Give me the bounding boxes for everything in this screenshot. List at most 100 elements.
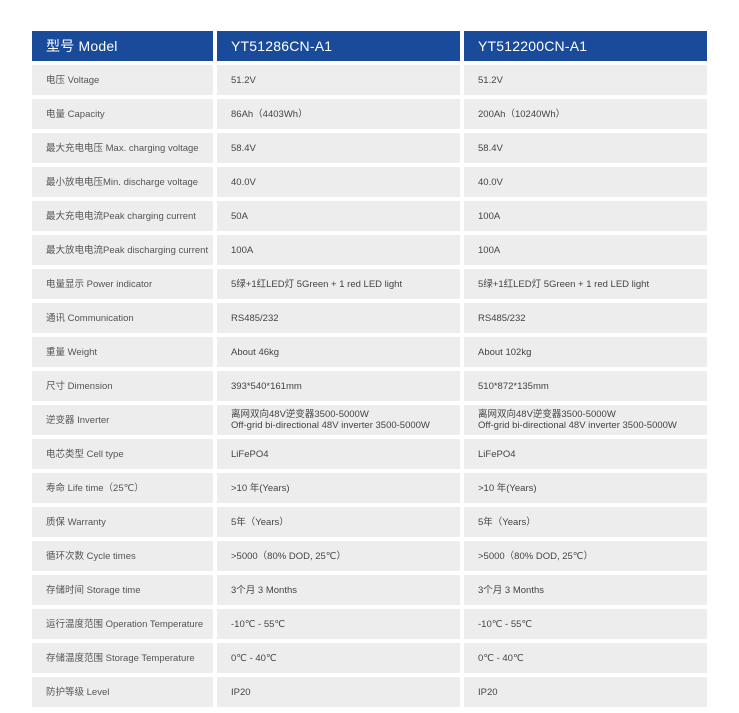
table-cell-model-2: 100A xyxy=(464,235,707,265)
table-cell-model-1: >10 年(Years) xyxy=(217,473,460,503)
cell-text-line: 40.0V xyxy=(231,176,256,188)
cell-text-line: 40.0V xyxy=(478,176,503,188)
table-cell-model-2: RS485/232 xyxy=(464,303,707,333)
cell-text-line: 393*540*161mm xyxy=(231,380,302,392)
table-row-label: 寿命 Life time（25℃） xyxy=(32,473,213,503)
table-row-label: 最小放电电压Min. discharge voltage xyxy=(32,167,213,197)
header-label: 型号 Model xyxy=(32,31,213,61)
table-row-label: 通讯 Communication xyxy=(32,303,213,333)
cell-text-line: IP20 xyxy=(478,686,498,698)
cell-text-line: 0℃ - 40℃ xyxy=(478,652,524,664)
table-row-label: 重量 Weight xyxy=(32,337,213,367)
table-cell-model-1: 3个月 3 Months xyxy=(217,575,460,605)
cell-text-line: 51.2V xyxy=(231,74,256,86)
cell-text-line: 离网双向48V逆变器3500-5000W xyxy=(478,409,616,420)
cell-text-line: About 102kg xyxy=(478,346,532,358)
cell-text-line: 5绿+1红LED灯 5Green + 1 red LED light xyxy=(478,278,650,290)
spec-table: 型号 Model YT51286CN-A1 YT512200CN-A1 电压 V… xyxy=(32,31,707,707)
cell-text-line: >10 年(Years) xyxy=(478,482,537,494)
table-row-label: 质保 Warranty xyxy=(32,507,213,537)
cell-text-line: 3个月 3 Months xyxy=(478,584,544,596)
cell-text-line: 58.4V xyxy=(231,142,256,154)
table-cell-model-1: 58.4V xyxy=(217,133,460,163)
table-row-label: 电量 Capacity xyxy=(32,99,213,129)
table-cell-model-2: About 102kg xyxy=(464,337,707,367)
header-model-2: YT512200CN-A1 xyxy=(464,31,707,61)
table-row-label: 存储时间 Storage time xyxy=(32,575,213,605)
cell-text-line: 100A xyxy=(478,244,501,256)
cell-text-line: 50A xyxy=(231,210,248,222)
table-row-label: 最大充电电压 Max. charging voltage xyxy=(32,133,213,163)
table-cell-model-2: LiFePO4 xyxy=(464,439,707,469)
table-cell-model-2: >5000（80% DOD, 25℃） xyxy=(464,541,707,571)
table-row-label: 电量显示 Power indicator xyxy=(32,269,213,299)
table-row-label: 电压 Voltage xyxy=(32,65,213,95)
cell-text-line: 100A xyxy=(478,210,501,222)
cell-text-line: 51.2V xyxy=(478,74,503,86)
cell-text-line: 200Ah（10240Wh） xyxy=(478,108,566,120)
table-cell-model-1: About 46kg xyxy=(217,337,460,367)
table-cell-model-2: 离网双向48V逆变器3500-5000W Off-grid bi-directio… xyxy=(464,405,707,435)
cell-text-line: 100A xyxy=(231,244,254,256)
table-cell-model-2: 5年（Years） xyxy=(464,507,707,537)
table-cell-model-1: 100A xyxy=(217,235,460,265)
table-cell-model-1: 5绿+1红LED灯 5Green + 1 red LED light xyxy=(217,269,460,299)
table-cell-model-2: 58.4V xyxy=(464,133,707,163)
cell-text-line: RS485/232 xyxy=(231,312,279,324)
table-cell-model-2: -10℃ - 55℃ xyxy=(464,609,707,639)
cell-text-line: Off-grid bi-directional 48V inverter 350… xyxy=(231,420,430,431)
cell-text-line: -10℃ - 55℃ xyxy=(478,618,533,630)
cell-text-line: 510*872*135mm xyxy=(478,380,549,392)
table-row-label: 电芯类型 Cell type xyxy=(32,439,213,469)
table-row-label: 运行温度范围 Operation Temperature xyxy=(32,609,213,639)
cell-text-line: 58.4V xyxy=(478,142,503,154)
cell-text-line: LiFePO4 xyxy=(478,448,516,460)
cell-text-line: 86Ah（4403Wh） xyxy=(231,108,308,120)
cell-text-line: 0℃ - 40℃ xyxy=(231,652,277,664)
table-cell-model-1: LiFePO4 xyxy=(217,439,460,469)
cell-text-line: RS485/232 xyxy=(478,312,526,324)
table-cell-model-2: IP20 xyxy=(464,677,707,707)
cell-text-line: 3个月 3 Months xyxy=(231,584,297,596)
cell-text-line: 离网双向48V逆变器3500-5000W xyxy=(231,409,369,420)
table-cell-model-2: 510*872*135mm xyxy=(464,371,707,401)
table-row-label: 最大充电电流Peak charging current xyxy=(32,201,213,231)
table-cell-model-1: 50A xyxy=(217,201,460,231)
table-cell-model-2: 40.0V xyxy=(464,167,707,197)
cell-text-line: >5000（80% DOD, 25℃） xyxy=(231,550,346,562)
table-cell-model-1: 86Ah（4403Wh） xyxy=(217,99,460,129)
cell-text-line: IP20 xyxy=(231,686,251,698)
cell-text-line: LiFePO4 xyxy=(231,448,269,460)
table-cell-model-1: 40.0V xyxy=(217,167,460,197)
table-row-label: 存储温度范围 Storage Temperature xyxy=(32,643,213,673)
table-row-label: 逆变器 Inverter xyxy=(32,405,213,435)
cell-text-line: -10℃ - 55℃ xyxy=(231,618,286,630)
table-row-label: 最大放电电流Peak discharging current xyxy=(32,235,213,265)
table-cell-model-1: -10℃ - 55℃ xyxy=(217,609,460,639)
table-cell-model-2: 0℃ - 40℃ xyxy=(464,643,707,673)
cell-text-line: >5000（80% DOD, 25℃） xyxy=(478,550,593,562)
table-cell-model-1: 51.2V xyxy=(217,65,460,95)
table-row-label: 尺寸 Dimension xyxy=(32,371,213,401)
table-row-label: 循环次数 Cycle times xyxy=(32,541,213,571)
cell-text-line: 5绿+1红LED灯 5Green + 1 red LED light xyxy=(231,278,403,290)
header-model-1: YT51286CN-A1 xyxy=(217,31,460,61)
table-cell-model-1: RS485/232 xyxy=(217,303,460,333)
table-row-label: 防护等级 Level xyxy=(32,677,213,707)
cell-text-line: Off-grid bi-directional 48V inverter 350… xyxy=(478,420,677,431)
cell-text-line: 5年（Years） xyxy=(478,516,536,528)
table-cell-model-2: 3个月 3 Months xyxy=(464,575,707,605)
table-cell-model-2: 5绿+1红LED灯 5Green + 1 red LED light xyxy=(464,269,707,299)
table-cell-model-2: 100A xyxy=(464,201,707,231)
table-cell-model-2: 200Ah（10240Wh） xyxy=(464,99,707,129)
cell-text-line: 5年（Years） xyxy=(231,516,289,528)
cell-text-line: About 46kg xyxy=(231,346,280,358)
table-cell-model-1: IP20 xyxy=(217,677,460,707)
table-cell-model-2: 51.2V xyxy=(464,65,707,95)
cell-text-line: >10 年(Years) xyxy=(231,482,290,494)
table-cell-model-1: 0℃ - 40℃ xyxy=(217,643,460,673)
table-cell-model-1: 离网双向48V逆变器3500-5000W Off-grid bi-directio… xyxy=(217,405,460,435)
table-cell-model-1: 5年（Years） xyxy=(217,507,460,537)
table-cell-model-2: >10 年(Years) xyxy=(464,473,707,503)
table-cell-model-1: 393*540*161mm xyxy=(217,371,460,401)
